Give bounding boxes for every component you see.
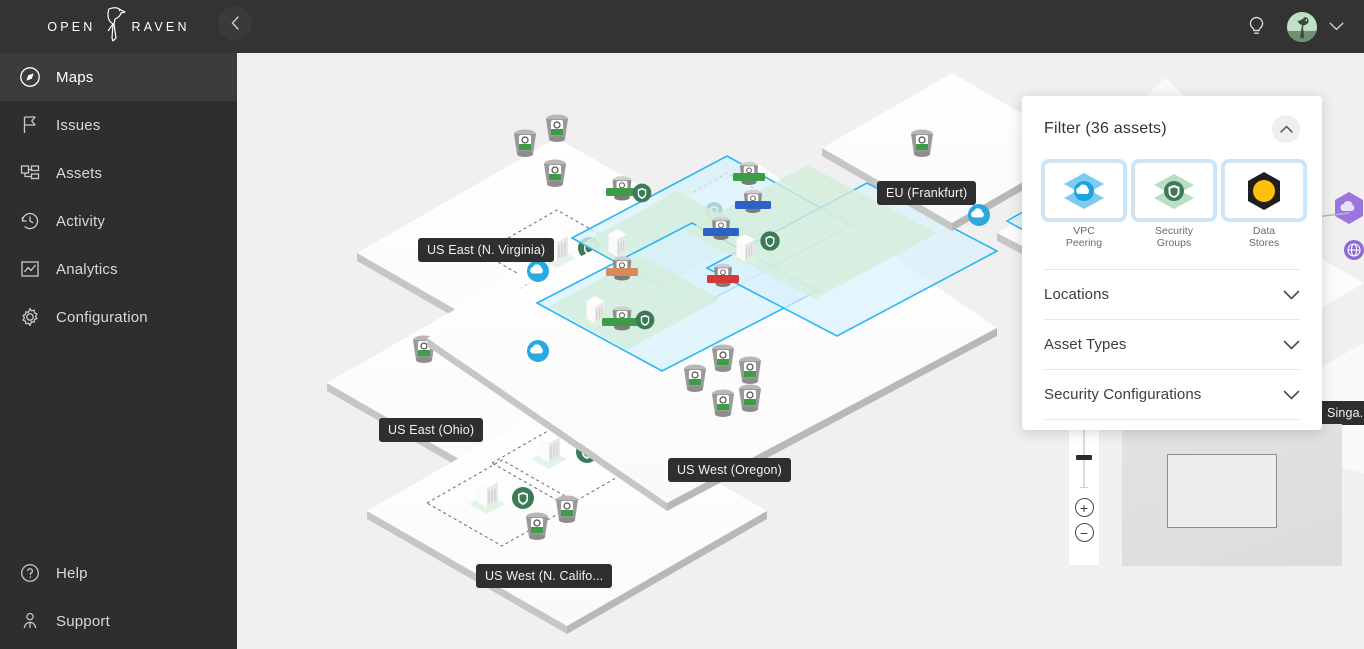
open-raven-maps-app: US East (N. Virginia) US East (Ohio) US … (0, 0, 1364, 649)
filter-section-security-configurations-label: Security Configurations (1044, 386, 1202, 403)
sidebar-nav-bottom: Help Support (0, 549, 237, 649)
data-stores-label-line1: Data (1252, 225, 1276, 237)
flag-icon (12, 114, 48, 136)
chevron-down-icon[interactable] (1329, 22, 1344, 31)
sidebar: OPEN RAVEN Maps Issues Assets Activity A… (0, 0, 252, 649)
data-stores-label: Data Stores (1224, 225, 1304, 249)
filter-type-security-groups[interactable]: Security Groups (1134, 162, 1214, 249)
security-groups-label-line1: Security (1155, 225, 1193, 237)
section-divider-bottom (1044, 419, 1300, 420)
avatar[interactable] (1287, 11, 1317, 42)
sidebar-item-help-label: Help (56, 564, 88, 582)
region-label-us-east-1[interactable]: US East (N. Virginia) (418, 238, 555, 262)
filter-type-data-stores[interactable]: Data Stores (1224, 162, 1304, 249)
asset-type-toggle-row: VPC Peering Security Groups Data Stores (1044, 162, 1304, 249)
filter-panel-pointer (1145, 78, 1185, 97)
sidebar-item-activity-label: Activity (56, 212, 106, 230)
sidebar-item-activity[interactable]: Activity (0, 197, 237, 245)
compass-icon (12, 66, 48, 88)
chevron-down-icon (1283, 290, 1300, 300)
filter-panel: Filter (36 assets) VPC Peering Security … (1022, 96, 1322, 430)
vpc-peering-icon (1064, 172, 1104, 209)
lightbulb-icon[interactable] (1248, 16, 1265, 38)
brand-text-right: RAVEN (131, 19, 190, 34)
topbar (237, 0, 1364, 53)
vpc-peering-label-line1: VPC (1073, 225, 1095, 237)
zoom-out-button[interactable]: − (1074, 523, 1094, 542)
question-circle-icon (12, 563, 48, 583)
vpc-peering-box[interactable] (1044, 162, 1124, 219)
minimap[interactable] (1122, 424, 1342, 566)
sidebar-item-configuration[interactable]: Configuration (0, 293, 237, 341)
sidebar-collapse-button[interactable] (218, 6, 252, 40)
vpc-peering-label: VPC Peering (1044, 225, 1124, 249)
brand-logo[interactable]: OPEN RAVEN (0, 0, 237, 53)
sidebar-item-analytics-label: Analytics (56, 260, 118, 278)
sidebar-item-configuration-label: Configuration (56, 308, 148, 326)
vpc-peering-label-line2: Peering (1065, 237, 1103, 249)
sidebar-item-maps-label: Maps (56, 68, 94, 86)
chevron-up-icon (1279, 125, 1293, 133)
person-icon (12, 611, 48, 631)
sidebar-nav: Maps Issues Assets Activity Analytics Co… (0, 53, 237, 341)
raven-bird-icon (100, 4, 128, 49)
filter-type-vpc-peering[interactable]: VPC Peering (1044, 162, 1124, 249)
minimap-viewport[interactable] (1167, 454, 1277, 528)
gear-icon (12, 306, 48, 328)
data-store-icon (1248, 171, 1280, 210)
chevron-down-icon (1283, 390, 1300, 400)
zoom-in-button[interactable]: + (1074, 498, 1094, 517)
filter-sections: Locations Asset Types Security Configura… (1044, 269, 1300, 420)
filter-section-locations[interactable]: Locations (1044, 270, 1300, 319)
security-group-icon (1154, 173, 1194, 209)
security-groups-box[interactable] (1134, 162, 1214, 219)
sidebar-item-assets[interactable]: Assets (0, 149, 237, 197)
security-groups-label-line2: Groups (1156, 237, 1192, 249)
filter-section-locations-label: Locations (1044, 286, 1110, 303)
security-groups-label: Security Groups (1134, 225, 1214, 249)
region-label-us-west-2[interactable]: US West (Oregon) (668, 458, 791, 482)
chevron-left-icon (231, 16, 239, 30)
raven-avatar-icon (1297, 16, 1309, 38)
sidebar-item-issues[interactable]: Issues (0, 101, 237, 149)
filter-section-asset-types-label: Asset Types (1044, 336, 1127, 353)
sidebar-item-support[interactable]: Support (0, 597, 237, 645)
brand-text-left: OPEN (47, 19, 96, 34)
sidebar-item-assets-label: Assets (56, 164, 103, 182)
line-chart-icon (12, 258, 48, 280)
zoom-slider-handle[interactable] (1076, 455, 1092, 460)
clock-history-icon (12, 210, 48, 232)
data-stores-box[interactable] (1224, 162, 1304, 219)
sidebar-item-support-label: Support (56, 612, 110, 630)
filter-section-asset-types[interactable]: Asset Types (1044, 320, 1300, 369)
sidebar-item-analytics[interactable]: Analytics (0, 245, 237, 293)
filter-title: Filter (36 assets) (1044, 120, 1167, 137)
data-stores-label-line2: Stores (1248, 237, 1280, 249)
region-label-us-east-2[interactable]: US East (Ohio) (379, 418, 484, 442)
filter-section-security-configurations[interactable]: Security Configurations (1044, 370, 1300, 419)
chevron-down-icon (1283, 340, 1300, 350)
sidebar-item-maps[interactable]: Maps (0, 53, 237, 101)
region-label-ap-southeast-1[interactable]: Singa... (1318, 401, 1364, 425)
region-label-us-west-1[interactable]: US West (N. Califo... (476, 564, 613, 588)
sidebar-item-issues-label: Issues (56, 116, 101, 134)
filter-header: Filter (36 assets) (1044, 96, 1300, 162)
region-label-eu-central-1[interactable]: EU (Frankfurt) (877, 181, 977, 205)
filter-collapse-button[interactable] (1272, 115, 1300, 143)
assets-nodes-icon (12, 162, 48, 184)
sidebar-item-help[interactable]: Help (0, 549, 237, 597)
